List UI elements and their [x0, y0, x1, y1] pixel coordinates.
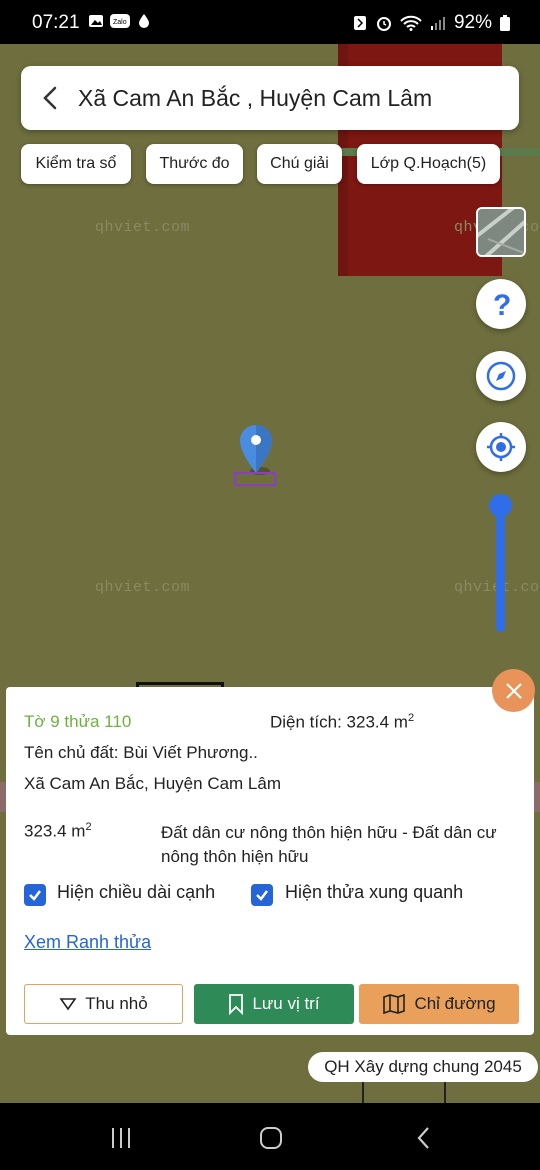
- status-right-icons: 92%: [352, 12, 510, 34]
- close-panel-button[interactable]: [492, 669, 535, 712]
- zalo-icon: Zalo: [110, 14, 130, 28]
- edges-checkbox-label[interactable]: Hiện chiều dài cạnh: [57, 882, 215, 903]
- owner-name: Tên chủ đất: Bùi Viết Phương..: [24, 743, 258, 762]
- battery-icon: [500, 15, 510, 31]
- parcel-id: Tờ 9 thửa 110: [24, 712, 132, 731]
- compass-icon: [486, 361, 516, 391]
- opacity-slider-track[interactable]: [496, 504, 505, 632]
- satellite-thumbnail-icon: [478, 209, 524, 255]
- chip-check-book[interactable]: Kiểm tra sổ: [21, 144, 131, 184]
- gallery-icon: [89, 15, 103, 27]
- help-icon: ?: [493, 289, 511, 319]
- recent-apps-icon[interactable]: [106, 1123, 136, 1153]
- view-boundary-link[interactable]: Xem Ranh thửa: [24, 932, 151, 953]
- close-icon: [505, 682, 522, 699]
- land-area-value: 323.4 m2: [24, 821, 92, 842]
- collapse-button-label: Thu nhỏ: [85, 994, 148, 1013]
- status-bar: 07:21 Zalo 92%: [0, 0, 540, 44]
- opacity-slider-thumb[interactable]: [489, 494, 512, 517]
- parcel-info-panel: Tờ 9 thửa 110 Diện tích: 323.4 m2 Tên ch…: [6, 687, 534, 1035]
- chip-planning-layers[interactable]: Lớp Q.Hoạch(5): [357, 144, 500, 184]
- help-button[interactable]: ?: [476, 279, 526, 329]
- parcel-area: Diện tích: 323.4 m2: [270, 712, 414, 733]
- nfc-icon: [353, 16, 366, 30]
- parcel-location: Xã Cam An Bắc, Huyện Cam Lâm: [24, 774, 282, 793]
- bookmark-icon: [229, 994, 244, 1015]
- system-nav-bar: [0, 1103, 540, 1170]
- directions-label: Chỉ đường: [414, 994, 496, 1013]
- map-icon: [383, 993, 406, 1015]
- directions-button[interactable]: Chỉ đường: [359, 984, 519, 1024]
- edges-checkbox[interactable]: [24, 884, 46, 906]
- search-header: Xã Cam An Bắc , Huyện Cam Lâm: [21, 66, 519, 130]
- planning-badge[interactable]: QH Xây dựng chung 2045: [308, 1052, 538, 1082]
- my-location-icon: [487, 433, 515, 461]
- chip-ruler[interactable]: Thước đo: [146, 144, 243, 184]
- signal-icon: [430, 17, 445, 30]
- collapse-button[interactable]: Thu nhỏ: [24, 984, 183, 1024]
- compass-button[interactable]: [476, 351, 526, 401]
- save-location-label: Lưu vị trí: [252, 994, 320, 1013]
- wifi-icon: [400, 15, 422, 31]
- map-edge-stripe: [534, 782, 540, 812]
- land-use-type: Đất dân cư nông thôn hiện hữu - Đất dân …: [161, 823, 497, 866]
- parcel-area-unit: 2: [407, 712, 415, 724]
- svg-text:Zalo: Zalo: [113, 19, 127, 26]
- battery-percent: 92%: [453, 12, 492, 33]
- my-location-button[interactable]: [476, 422, 526, 472]
- chip-legend[interactable]: Chú giải: [257, 144, 342, 184]
- back-nav-icon[interactable]: [409, 1123, 439, 1153]
- location-title[interactable]: Xã Cam An Bắc , Huyện Cam Lâm: [78, 85, 432, 112]
- status-time: 07:21: [32, 12, 80, 33]
- status-left-icons: Zalo: [88, 13, 152, 29]
- map-watermark: qhviet.com: [95, 579, 191, 596]
- neighbors-checkbox-label[interactable]: Hiện thửa xung quanh: [285, 882, 463, 903]
- land-area-number: 323.4 m: [24, 821, 86, 841]
- home-icon[interactable]: [256, 1123, 286, 1153]
- location-pin-icon[interactable]: [234, 423, 278, 487]
- triangle-down-icon: [59, 998, 77, 1011]
- check-icon: [29, 890, 41, 901]
- svg-text:?: ?: [493, 289, 511, 319]
- check-icon: [256, 890, 268, 901]
- parcel-area-label: Diện tích: 323.4 m: [270, 712, 408, 732]
- satellite-layer-button[interactable]: [476, 207, 526, 257]
- alarm-icon: [376, 17, 391, 31]
- water-drop-icon: [139, 14, 149, 28]
- save-location-button[interactable]: Lưu vị trí: [194, 984, 354, 1024]
- back-arrow-icon[interactable]: [37, 84, 65, 112]
- map-watermark: qhviet.com: [95, 219, 191, 236]
- neighbors-checkbox[interactable]: [251, 884, 273, 906]
- land-area-unit: 2: [85, 821, 92, 833]
